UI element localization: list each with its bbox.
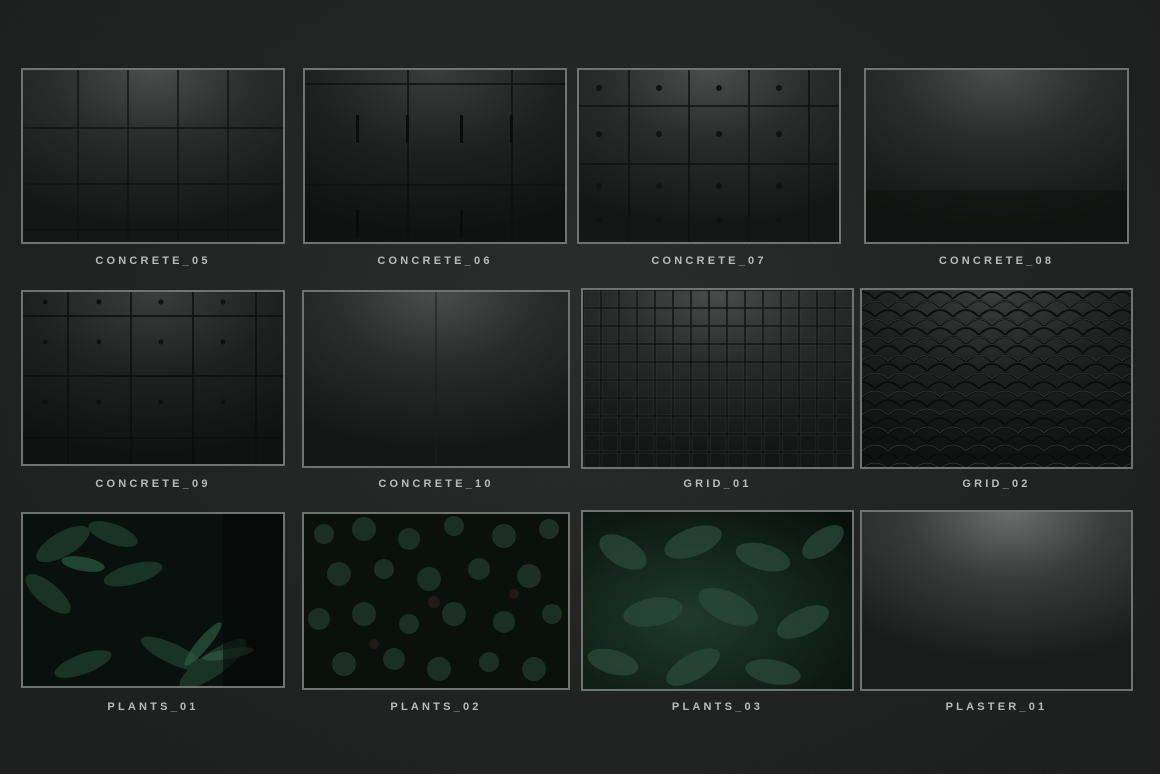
concrete-08-preview bbox=[866, 70, 1127, 242]
texture-tile-plants-01[interactable] bbox=[21, 512, 285, 688]
plants-03-preview bbox=[583, 512, 852, 689]
texture-label: GRID_02 bbox=[962, 478, 1031, 490]
texture-label: GRID_01 bbox=[683, 478, 752, 490]
concrete-10-preview bbox=[304, 292, 568, 466]
texture-tile-plants-02[interactable] bbox=[302, 512, 570, 690]
texture-label: PLASTER_01 bbox=[945, 701, 1048, 713]
texture-label: CONCRETE_09 bbox=[95, 478, 211, 490]
plants-01-preview bbox=[23, 514, 283, 686]
plants-02-preview bbox=[304, 514, 568, 688]
concrete-06-preview bbox=[305, 70, 565, 242]
texture-label: CONCRETE_06 bbox=[377, 255, 493, 267]
texture-tile-concrete-05[interactable] bbox=[21, 68, 285, 244]
texture-label: CONCRETE_05 bbox=[95, 255, 211, 267]
texture-label: PLANTS_01 bbox=[107, 701, 199, 713]
concrete-07-preview bbox=[579, 70, 839, 242]
texture-tile-grid-02[interactable] bbox=[860, 288, 1133, 469]
texture-label: PLANTS_02 bbox=[390, 701, 482, 713]
texture-label: CONCRETE_07 bbox=[651, 255, 767, 267]
grid-02-preview bbox=[862, 290, 1131, 467]
texture-tile-plaster-01[interactable] bbox=[860, 510, 1133, 691]
texture-label: PLANTS_03 bbox=[671, 701, 764, 713]
texture-tile-concrete-06[interactable] bbox=[303, 68, 567, 244]
grid-01-preview bbox=[583, 290, 852, 467]
texture-tile-concrete-09[interactable] bbox=[21, 290, 285, 466]
concrete-09-preview bbox=[23, 292, 283, 464]
concrete-05-preview bbox=[23, 70, 283, 242]
texture-label: CONCRETE_08 bbox=[938, 255, 1055, 267]
texture-tile-plants-03[interactable] bbox=[581, 510, 854, 691]
texture-tile-grid-01[interactable] bbox=[581, 288, 854, 469]
texture-tile-concrete-07[interactable] bbox=[577, 68, 841, 244]
texture-tile-concrete-08[interactable] bbox=[864, 68, 1129, 244]
texture-label: CONCRETE_10 bbox=[378, 478, 494, 490]
texture-tile-concrete-10[interactable] bbox=[302, 290, 570, 468]
plaster-01-preview bbox=[862, 512, 1131, 689]
